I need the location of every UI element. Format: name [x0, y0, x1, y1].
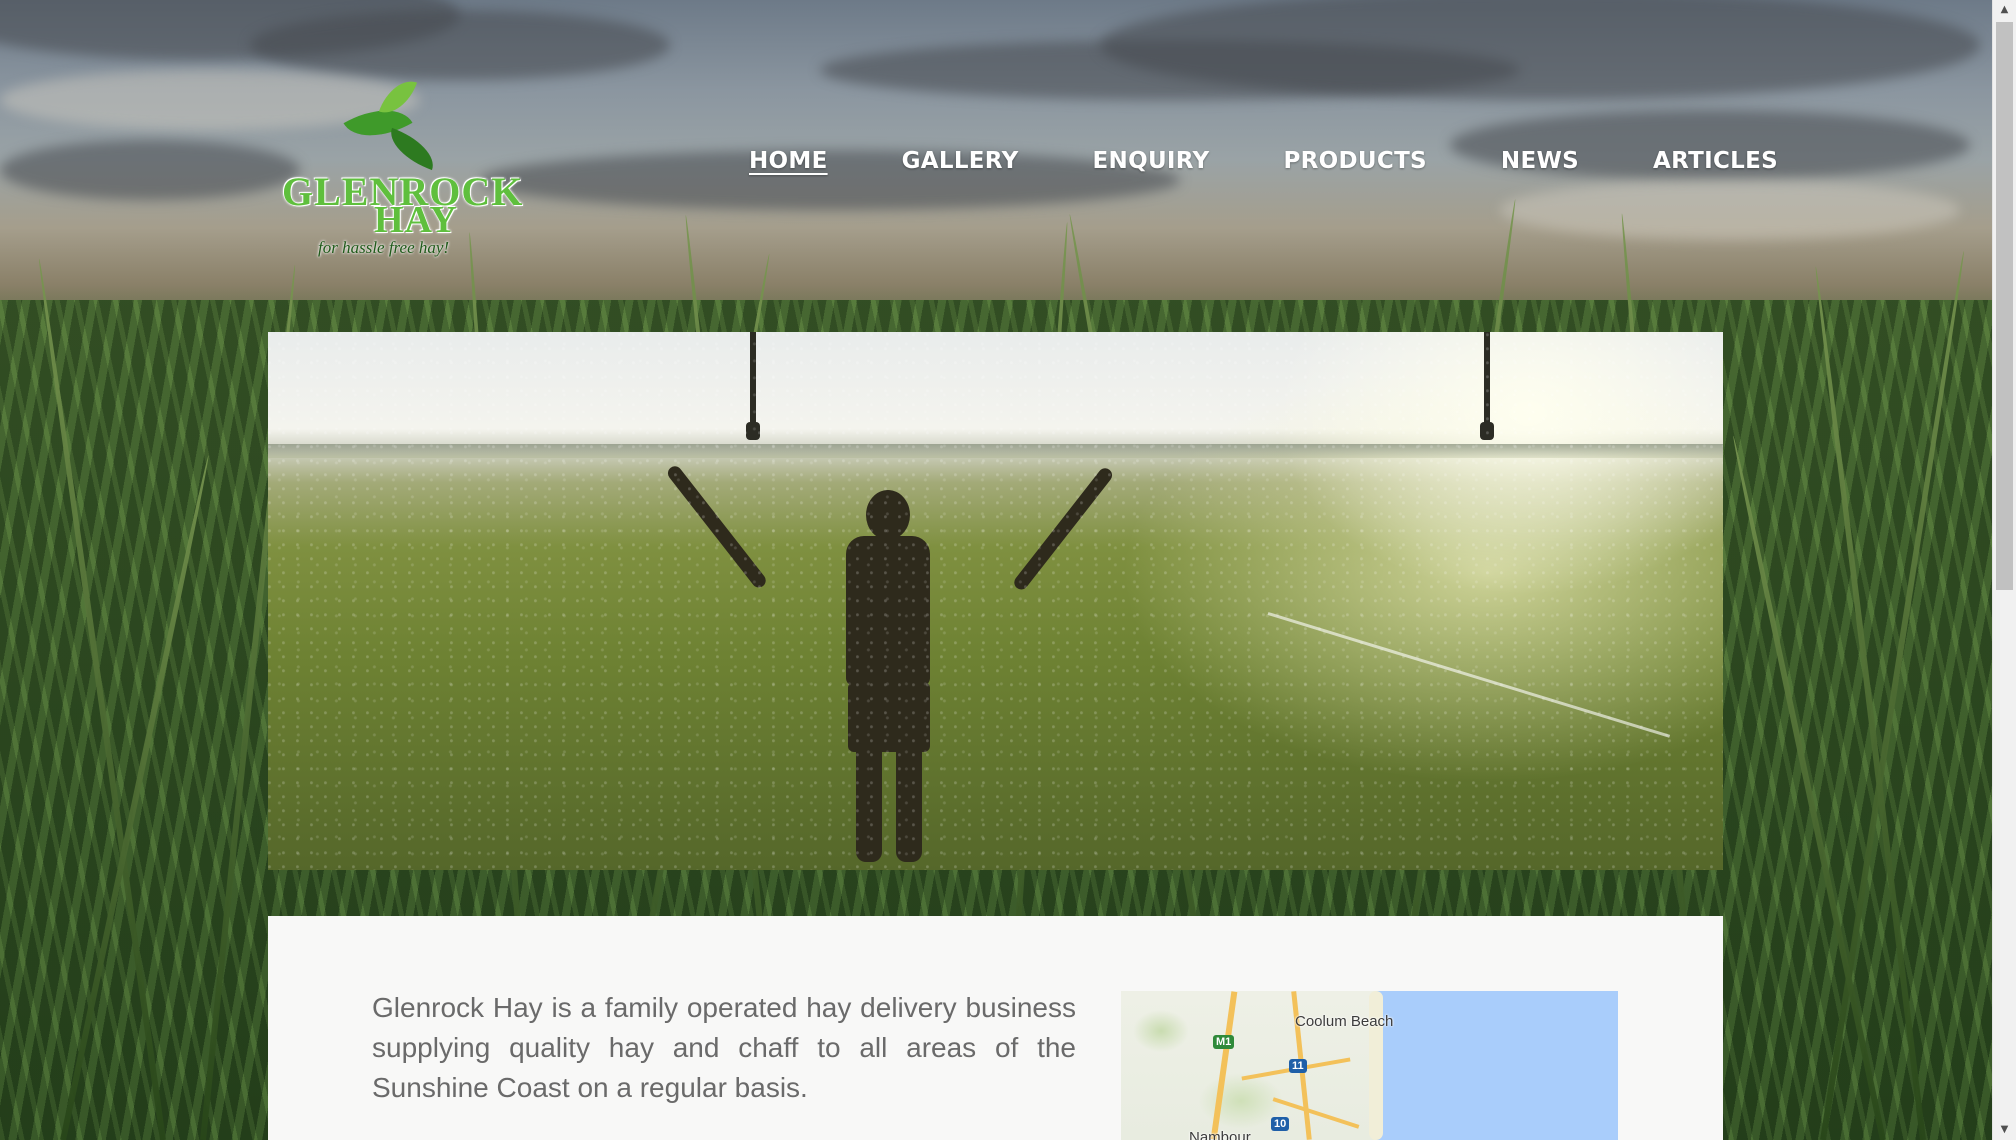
- nav-products[interactable]: PRODUCTS: [1284, 148, 1427, 174]
- intro-paragraph: Glenrock Hay is a family operated hay de…: [372, 992, 1076, 1103]
- nav-news[interactable]: NEWS: [1501, 148, 1579, 174]
- cloud: [1500, 180, 1960, 240]
- location-map[interactable]: Coolum Beach Nambour M1 11 10: [1121, 991, 1618, 1140]
- main-navigation: HOME GALLERY ENQUIRY PRODUCTS NEWS ARTIC…: [749, 148, 1778, 174]
- motorway-shield-m1: M1: [1213, 1035, 1235, 1049]
- scroll-down-arrow-icon[interactable]: ▼: [1993, 1120, 2016, 1140]
- water-spray: [268, 332, 1723, 870]
- scroll-up-arrow-icon[interactable]: ▲: [1993, 0, 2016, 20]
- cloud: [250, 10, 670, 80]
- leaf-icon: [383, 127, 441, 171]
- logo-tagline: for hassle free hay!: [318, 238, 450, 257]
- nav-home[interactable]: HOME: [749, 148, 828, 174]
- intro-section: Glenrock Hay is a family operated hay de…: [268, 916, 1723, 1140]
- site-logo[interactable]: GLENROCK HAY for hassle free hay!: [278, 73, 522, 270]
- nav-enquiry[interactable]: ENQUIRY: [1093, 148, 1210, 174]
- nav-gallery[interactable]: GALLERY: [902, 148, 1019, 174]
- route-shield-10: 10: [1271, 1117, 1290, 1131]
- scroll-thumb[interactable]: [1996, 22, 2013, 590]
- map-sea: [1376, 991, 1618, 1140]
- logo-line2: HAY: [374, 199, 458, 241]
- hero-image: [268, 332, 1723, 870]
- page-scrollbar[interactable]: ▲ ▼: [1992, 0, 2016, 1140]
- map-label-nambour: Nambour: [1189, 1129, 1251, 1140]
- cloud: [0, 140, 300, 200]
- map-label-coolum: Coolum Beach: [1295, 1013, 1394, 1030]
- nav-articles[interactable]: ARTICLES: [1653, 148, 1778, 174]
- route-shield-11: 11: [1289, 1059, 1307, 1073]
